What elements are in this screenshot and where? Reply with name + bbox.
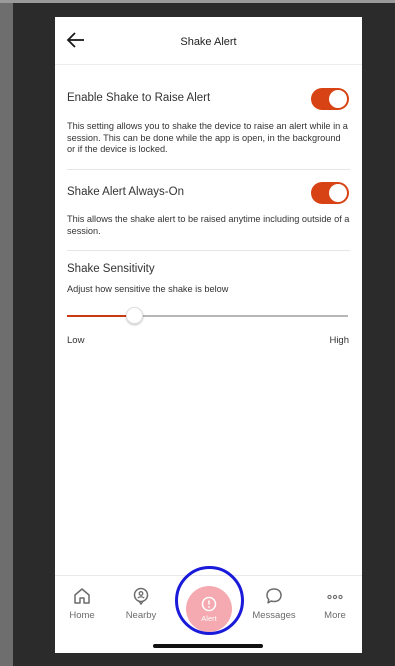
divider (67, 169, 350, 170)
always-on-toggle[interactable] (311, 182, 349, 204)
sensitivity-description: Adjust how sensitive the shake is below (67, 284, 229, 294)
tab-nearby[interactable]: Nearby (115, 586, 167, 621)
tab-home[interactable]: Home (56, 586, 108, 621)
setting-enable-shake-description: This setting allows you to shake the dev… (67, 121, 350, 156)
app-header: Shake Alert (55, 17, 362, 65)
more-dots-icon (327, 594, 343, 600)
tab-messages[interactable]: Messages (248, 586, 300, 621)
tab-label: More (324, 610, 346, 621)
setting-always-on: Shake Alert Always-On (67, 186, 350, 198)
enable-shake-toggle[interactable] (311, 88, 349, 110)
slider-thumb[interactable] (126, 307, 144, 324)
slider-fill (67, 315, 135, 317)
tab-label: Messages (252, 610, 296, 621)
setting-description: This setting allows you to shake the dev… (67, 121, 348, 154)
phone-screen: Shake Alert Enable Shake to Raise Alert … (55, 17, 362, 653)
setting-enable-shake: Enable Shake to Raise Alert (67, 92, 350, 104)
location-pin-icon (133, 587, 149, 606)
tab-label: Nearby (125, 610, 157, 621)
toggle-knob (329, 184, 347, 202)
setting-description: This allows the shake alert to be raised… (67, 214, 350, 236)
setting-always-on-description: This allows the shake alert to be raised… (67, 214, 350, 237)
home-icon (74, 588, 90, 604)
chat-bubble-icon (266, 588, 282, 604)
tab-label: Home (69, 610, 95, 621)
sensitivity-description-wrap: Adjust how sensitive the shake is below (67, 284, 350, 296)
tab-more[interactable]: More (309, 586, 361, 621)
slider-max-label: High (329, 335, 349, 346)
home-indicator (153, 644, 263, 648)
slider-min-label: Low (67, 335, 85, 346)
setting-title: Enable Shake to Raise Alert (67, 92, 211, 104)
toggle-knob (329, 90, 347, 108)
sensitivity-title: Shake Sensitivity (67, 263, 155, 275)
setting-title: Shake Alert Always-On (67, 186, 184, 198)
window-edge (0, 0, 13, 666)
highlight-ring (175, 566, 244, 635)
divider (67, 250, 350, 251)
sensitivity-slider[interactable] (67, 307, 348, 324)
page-title: Shake Alert (180, 36, 237, 48)
sensitivity-section: Shake Sensitivity (67, 263, 350, 275)
window-top-edge (0, 0, 395, 3)
